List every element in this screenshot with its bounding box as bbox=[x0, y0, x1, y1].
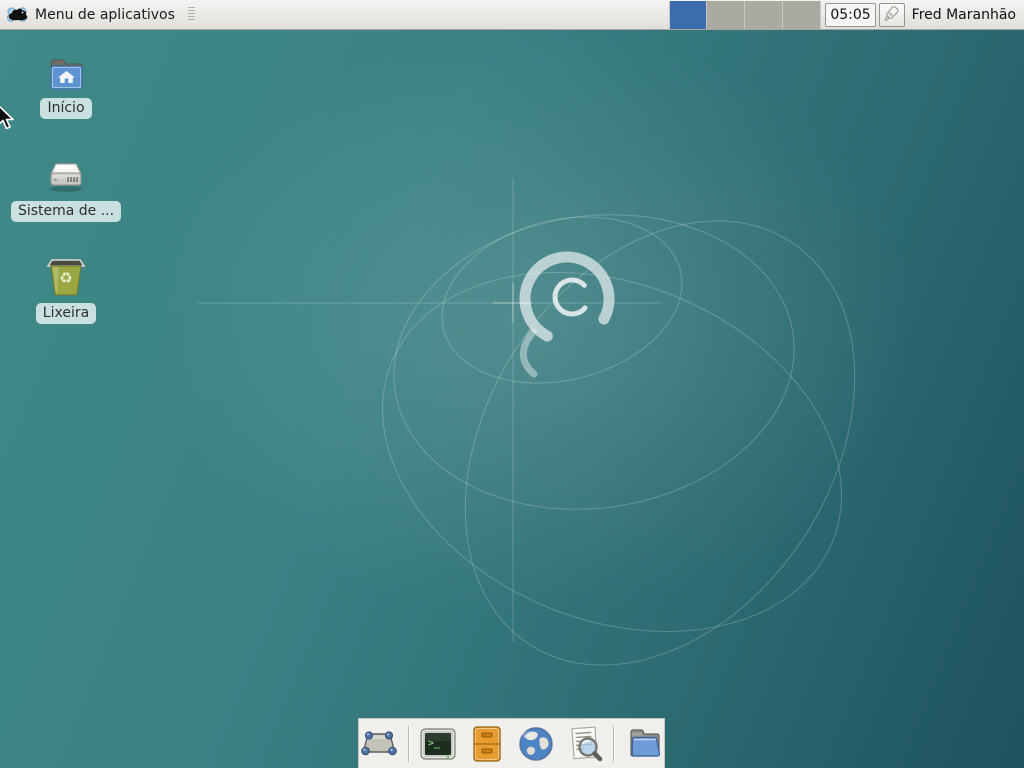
dock-terminal-button[interactable]: >_ bbox=[418, 723, 459, 765]
desktop-icon-label: Sistema de ... bbox=[11, 201, 121, 222]
filesystem-drive-icon bbox=[45, 158, 87, 196]
workspace-1[interactable] bbox=[669, 1, 707, 29]
dock-file-manager-button[interactable] bbox=[623, 723, 664, 765]
dock-show-desktop-button[interactable] bbox=[359, 723, 400, 765]
workspace-3[interactable] bbox=[745, 1, 783, 29]
applications-menu-button[interactable]: Menu de aplicativos bbox=[0, 0, 203, 29]
clock-time: 05:05 bbox=[830, 7, 870, 23]
applications-menu-label: Menu de aplicativos bbox=[35, 7, 175, 23]
dock-separator bbox=[613, 726, 615, 762]
debian-xfce-desktop: { "colors": { "accent": "#3b6cad", "ws-i… bbox=[0, 0, 1024, 768]
top-panel: Menu de aplicativos 05:05 Fred Maranhão bbox=[0, 0, 1024, 30]
clock[interactable]: 05:05 bbox=[825, 3, 875, 27]
desktop-icon-trash[interactable]: ♻ Lixeira bbox=[11, 254, 121, 324]
workspace-2[interactable] bbox=[707, 1, 745, 29]
dock-app-finder-button[interactable] bbox=[564, 723, 605, 765]
debian-swirl-logo bbox=[510, 242, 624, 374]
dock-file-cabinet-button[interactable] bbox=[467, 723, 508, 765]
correction-pen-icon bbox=[882, 5, 901, 24]
desktop-icon-label: Início bbox=[40, 98, 91, 119]
trash-can-icon: ♻ bbox=[44, 254, 88, 298]
workspace-switcher bbox=[669, 1, 821, 29]
search-document-icon bbox=[566, 725, 604, 763]
file-cabinet-icon bbox=[470, 725, 504, 763]
home-folder-icon bbox=[46, 57, 86, 93]
globe-icon bbox=[517, 725, 555, 763]
workspace-4[interactable] bbox=[783, 1, 821, 29]
folder-icon bbox=[624, 726, 664, 762]
panel-grip-handle[interactable] bbox=[188, 7, 195, 22]
svg-text:>_: >_ bbox=[428, 738, 441, 749]
show-desktop-icon bbox=[359, 726, 399, 762]
bottom-dock-panel: >_ bbox=[358, 718, 665, 768]
desktop-icon-label: Lixeira bbox=[36, 303, 96, 324]
svg-text:♻: ♻ bbox=[59, 269, 72, 287]
dock-web-browser-button[interactable] bbox=[516, 723, 557, 765]
debian-swirl-wallpaper bbox=[0, 0, 1024, 768]
desktop-icon-home[interactable]: Início bbox=[11, 57, 121, 119]
terminal-icon: >_ bbox=[419, 727, 457, 761]
dock-separator bbox=[408, 726, 410, 762]
desktop-icon-filesystem[interactable]: Sistema de ... bbox=[11, 158, 121, 222]
notification-area-button[interactable] bbox=[879, 3, 905, 27]
xfce-mouse-logo-icon bbox=[6, 5, 28, 25]
session-user-button[interactable]: Fred Maranhão bbox=[909, 7, 1024, 23]
